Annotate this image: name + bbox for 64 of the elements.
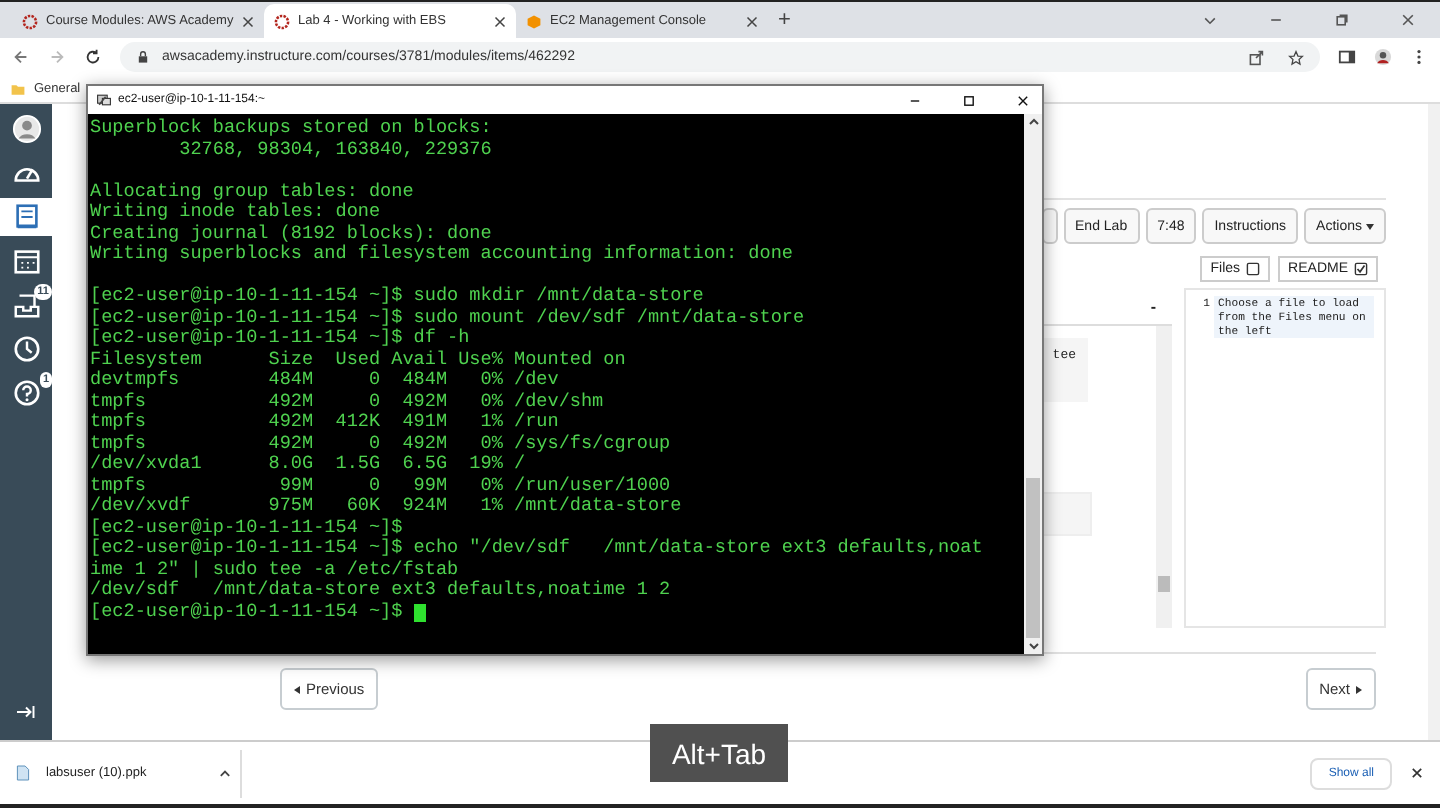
maximize-icon[interactable]	[962, 93, 976, 107]
reload-icon[interactable]	[84, 48, 102, 66]
file-icon	[16, 764, 30, 782]
close-icon[interactable]	[494, 15, 506, 27]
terminal-line: [ec2-user@ip-10-1-11-154 ~]$ sudo mount /dev/sdf /mnt/data-store	[90, 307, 805, 328]
scroll-thumb[interactable]	[1158, 576, 1170, 592]
clock-icon	[11, 334, 41, 364]
terminal-line: /dev/sdf /mnt/data-store ext3 defaults,noatime 1 2	[90, 580, 671, 601]
terminal-line: Allocating group tables: done	[90, 181, 414, 202]
restore-icon[interactable]	[1334, 12, 1350, 28]
inbox-icon	[11, 290, 41, 320]
scroll-up-icon[interactable]	[1025, 114, 1041, 130]
shortcut-overlay: Alt+Tab	[650, 724, 788, 782]
terminal-line: /dev/xvda1 8.0G 1.5G 6.5G 19% /	[90, 454, 526, 475]
chevron-down-icon[interactable]	[1202, 12, 1218, 28]
account-icon	[11, 114, 41, 144]
terminal-line: 32768, 98304, 163840, 229376	[177, 139, 492, 160]
close-icon[interactable]	[746, 15, 758, 27]
book-icon	[11, 202, 41, 232]
collapse-arrow-icon[interactable]	[14, 700, 38, 724]
pane-header-text: -	[1150, 297, 1156, 315]
star-icon[interactable]	[1288, 49, 1304, 65]
terminal-line: Superblock backups stored on blocks:	[90, 118, 492, 139]
text-cursor	[413, 603, 426, 621]
terminal-line: tmpfs 492M 412K 491M 1% /run	[90, 412, 559, 433]
terminal-line: tmpfs 492M 0 492M 0% /dev/shm	[90, 391, 604, 412]
terminal-line: Writing superblocks and filesystem accounting information: done	[90, 244, 793, 265]
cube-logo-icon	[526, 13, 542, 29]
calendar-icon	[11, 246, 41, 276]
scroll-thumb[interactable]	[1026, 478, 1040, 638]
help-icon	[11, 378, 41, 408]
chevron-up-icon	[218, 766, 233, 780]
scroll-down-icon[interactable]	[1025, 638, 1041, 654]
terminal-line: [ec2-user@ip-10-1-11-154 ~]$	[90, 517, 403, 538]
ring-logo-icon	[274, 13, 290, 29]
terminal-line: devtmpfs 484M 0 484M 0% /dev	[90, 370, 559, 391]
terminal-line: Filesystem Size Used Avail Use% Mounted on	[90, 349, 626, 370]
terminal-line: ime 1 2" | sudo tee -a /etc/fstab	[90, 559, 459, 580]
scrollbar[interactable]	[1156, 326, 1172, 628]
terminal-line: tmpfs 99M 0 99M 0% /run/user/1000	[90, 475, 671, 496]
terminal-line: Creating journal (8192 blocks): done	[90, 223, 492, 244]
scrollbar[interactable]	[1024, 114, 1042, 654]
terminal-line: /dev/xvdf 975M 60K 924M 1% /mnt/data-store	[90, 496, 682, 517]
lock-icon	[136, 50, 150, 64]
caret-icon	[1366, 223, 1374, 229]
terminal-line: Writing inode tables: done	[90, 202, 381, 223]
share-icon[interactable]	[1248, 49, 1264, 65]
ring-logo-icon	[22, 13, 38, 29]
close-icon[interactable]	[242, 15, 254, 27]
avatar-icon[interactable]	[1374, 48, 1392, 66]
folder-icon	[10, 81, 26, 97]
close-icon[interactable]	[1410, 766, 1424, 780]
terminal-line: [ec2-user@ip-10-1-11-154 ~]$ sudo mkdir /mnt/data-store	[90, 286, 704, 307]
sidebar-item[interactable]	[0, 198, 52, 236]
terminal-app-icon	[96, 92, 112, 108]
terminal-line: [ec2-user@ip-10-1-11-154 ~]$ df -h	[90, 328, 470, 349]
new-tab-button[interactable]: +	[768, 8, 801, 32]
terminal-line: [ec2-user@ip-10-1-11-154 ~]$ echo "/dev/sdf /mnt/data-store ext3 defaults,noat	[90, 538, 983, 559]
page-scrollbar[interactable]	[1428, 104, 1440, 740]
back-arrow-icon[interactable]	[12, 48, 30, 66]
close-icon[interactable]	[1016, 93, 1030, 107]
terminal-line: [ec2-user@ip-10-1-11-154 ~]$	[90, 601, 405, 622]
terminal-line: tmpfs 492M 0 492M 0% /sys/fs/cgroup	[90, 433, 671, 454]
side-panel-icon[interactable]	[1338, 48, 1356, 66]
